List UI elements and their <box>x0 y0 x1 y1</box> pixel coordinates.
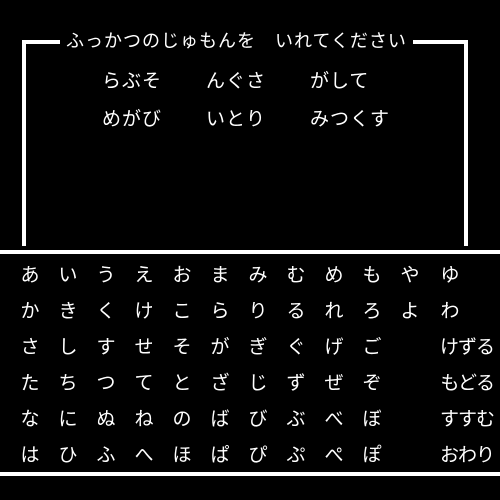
keyboard-top-border <box>0 250 500 254</box>
kana-key[interactable]: ご <box>354 332 390 368</box>
kana-key[interactable]: う <box>88 260 124 296</box>
kana-key[interactable]: ぼ <box>354 404 390 440</box>
kana-key[interactable]: ぎ <box>240 332 276 368</box>
kana-key[interactable]: ね <box>126 404 162 440</box>
kana-key[interactable]: さ <box>12 332 48 368</box>
password-segment: がして <box>310 70 370 92</box>
kana-key[interactable]: ろ <box>354 296 390 332</box>
password-segment: めがび <box>102 108 163 130</box>
keyboard-row: はひふへほぱぴぷぺぽ おわり <box>0 440 500 476</box>
kana-key[interactable]: へ <box>126 440 162 476</box>
kana-key[interactable]: つ <box>88 368 124 404</box>
kana-key[interactable]: た <box>12 368 48 404</box>
kana-key[interactable]: わ <box>432 296 468 332</box>
kana-key[interactable]: い <box>50 260 86 296</box>
keyboard-row: たちつてとざじずぜぞ もどる <box>0 368 500 404</box>
keyboard-row: あいうえおまみむめもやゆ <box>0 260 500 296</box>
kana-key[interactable]: り <box>240 296 276 332</box>
kana-key[interactable]: と <box>164 368 200 404</box>
kana-key[interactable]: び <box>240 404 276 440</box>
kana-key[interactable]: す <box>88 332 124 368</box>
kana-key[interactable]: に <box>50 404 86 440</box>
kana-key[interactable]: ぺ <box>316 440 352 476</box>
keyboard-command-key[interactable]: もどる <box>428 368 495 404</box>
kana-key[interactable]: は <box>12 440 48 476</box>
kana-key[interactable]: ひ <box>50 440 86 476</box>
password-line-2: めがび いとり みつくす <box>102 104 414 131</box>
password-segment: らぶそ <box>102 70 163 92</box>
kana-key[interactable]: ぜ <box>316 368 352 404</box>
kana-key[interactable]: ぬ <box>88 404 124 440</box>
kana-key[interactable]: ま <box>202 260 238 296</box>
kana-key[interactable]: く <box>88 296 124 332</box>
kana-key[interactable]: よ <box>392 296 428 332</box>
kana-key[interactable]: が <box>202 332 238 368</box>
kana-key[interactable]: ぴ <box>240 440 276 476</box>
kana-key[interactable]: べ <box>316 404 352 440</box>
kana-key[interactable]: も <box>354 260 390 296</box>
kana-key[interactable]: ば <box>202 404 238 440</box>
kana-key[interactable]: ぐ <box>278 332 314 368</box>
kana-key[interactable]: げ <box>316 332 352 368</box>
kana-key[interactable]: せ <box>126 332 162 368</box>
kana-key[interactable]: け <box>126 296 162 332</box>
kana-key[interactable]: か <box>12 296 48 332</box>
kana-key[interactable]: ぷ <box>278 440 314 476</box>
kana-key[interactable]: こ <box>164 296 200 332</box>
kana-key[interactable]: ふ <box>88 440 124 476</box>
kana-key[interactable]: れ <box>316 296 352 332</box>
kana-key[interactable]: じ <box>240 368 276 404</box>
kana-key[interactable]: ゆ <box>432 260 468 296</box>
password-segment: いとり <box>206 108 267 130</box>
kana-key[interactable]: て <box>126 368 162 404</box>
keyboard-row: なにぬねのばびぶべぼ すすむ <box>0 404 500 440</box>
kana-key[interactable]: し <box>50 332 86 368</box>
kana-key[interactable]: そ <box>164 332 200 368</box>
kana-key[interactable]: あ <box>12 260 48 296</box>
password-segment: んぐさ <box>206 70 267 92</box>
password-segment: みつくす <box>310 108 391 130</box>
kana-key[interactable]: ぱ <box>202 440 238 476</box>
kana-key[interactable]: ぽ <box>354 440 390 476</box>
kana-key[interactable]: お <box>164 260 200 296</box>
password-prompt-title: ふっかつのじゅもんを いれてください <box>60 30 413 54</box>
kana-key[interactable]: き <box>50 296 86 332</box>
kana-key[interactable]: ち <box>50 368 86 404</box>
kana-key[interactable]: る <box>278 296 314 332</box>
kana-key[interactable]: ぞ <box>354 368 390 404</box>
keyboard-command-key[interactable]: すすむ <box>428 404 495 440</box>
kana-key[interactable]: え <box>126 260 162 296</box>
kana-key[interactable]: む <box>278 260 314 296</box>
keyboard-command-key[interactable]: けずる <box>428 332 495 368</box>
kana-key[interactable]: ず <box>278 368 314 404</box>
kana-key[interactable]: め <box>316 260 352 296</box>
kana-key[interactable]: み <box>240 260 276 296</box>
kana-key[interactable]: ら <box>202 296 238 332</box>
keyboard-command-key[interactable]: おわり <box>428 440 495 476</box>
kana-key[interactable]: ざ <box>202 368 238 404</box>
kana-key[interactable]: な <box>12 404 48 440</box>
kana-key[interactable]: ぶ <box>278 404 314 440</box>
kana-key[interactable]: ほ <box>164 440 200 476</box>
kana-key[interactable]: の <box>164 404 200 440</box>
keyboard-row: かきくけこらりるれろよわ <box>0 296 500 332</box>
password-line-1: らぶそ んぐさ がして <box>102 66 414 93</box>
kana-key[interactable]: や <box>392 260 428 296</box>
keyboard-row: さしすせそがぎぐげご けずる <box>0 332 500 368</box>
